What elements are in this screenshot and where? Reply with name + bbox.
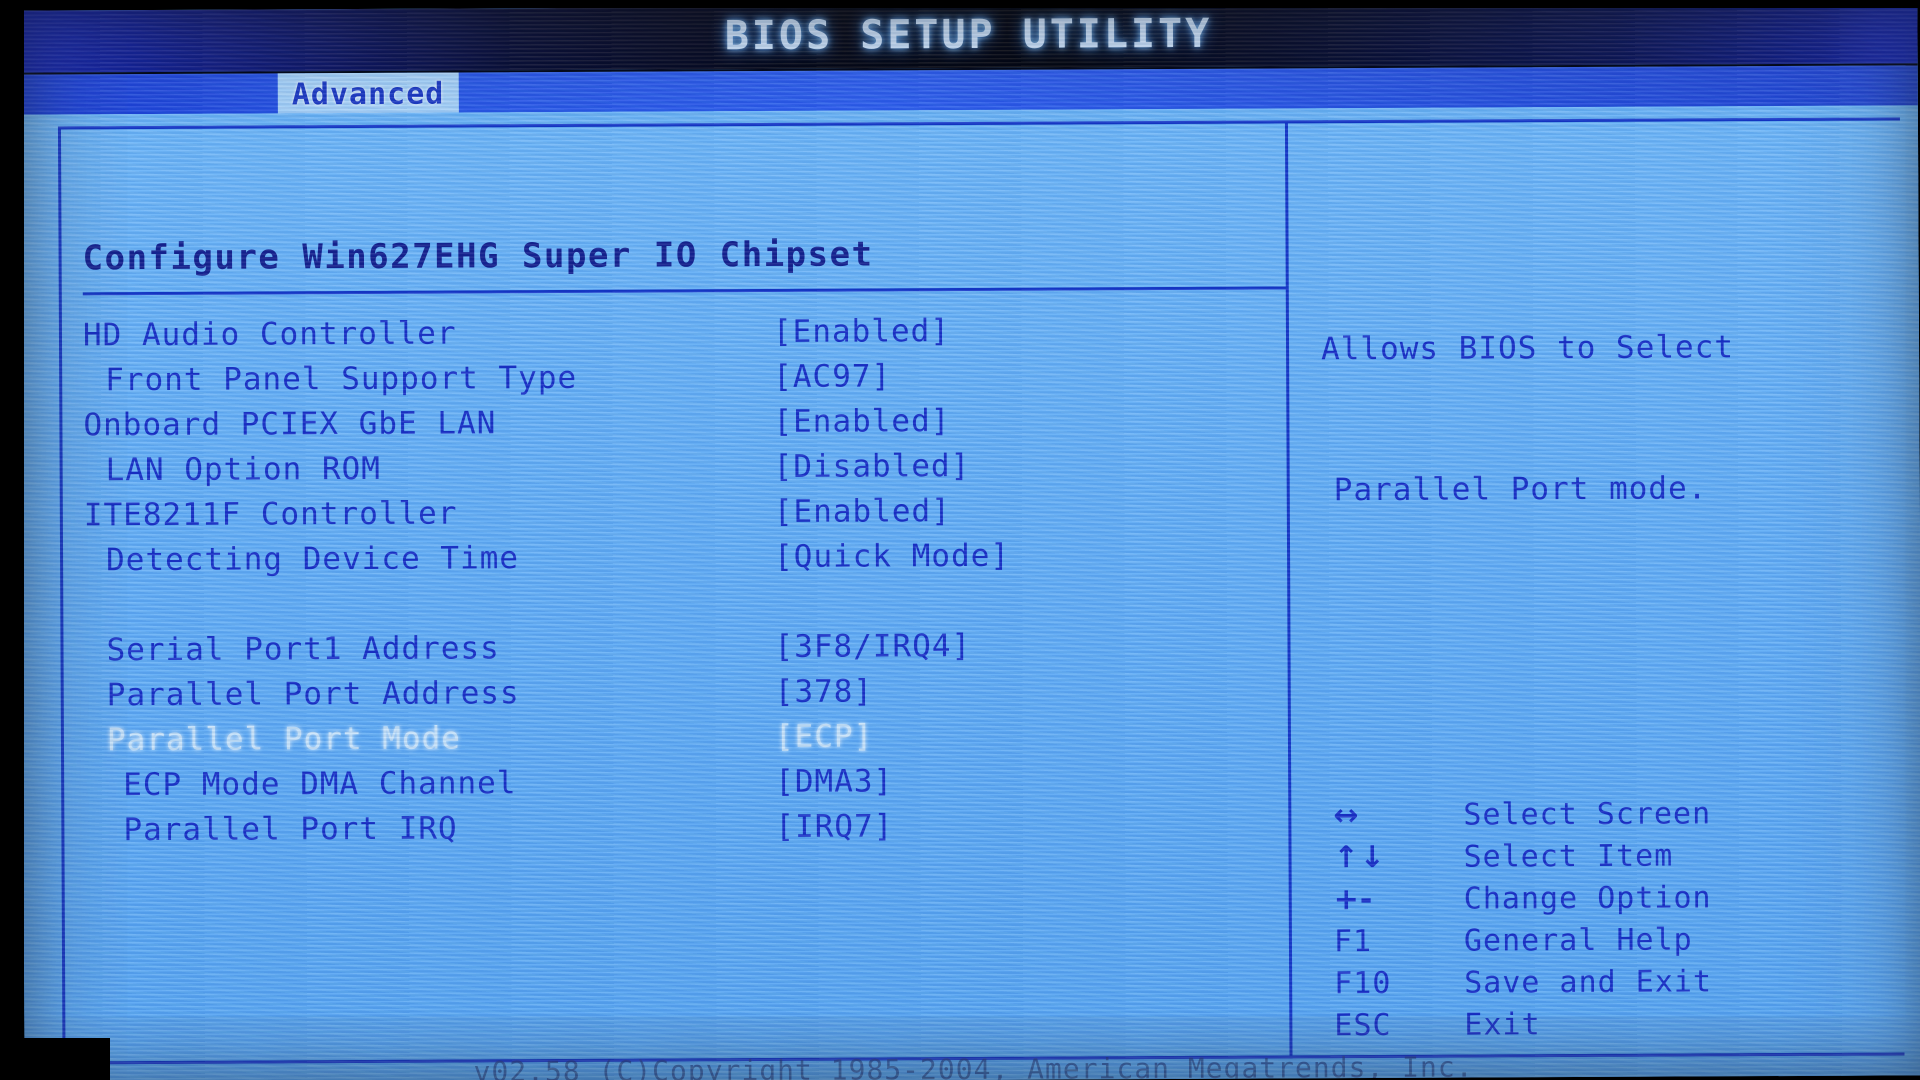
setting-value[interactable]: [IRQ7] (775, 808, 893, 845)
plus-minus-icon: +- (1333, 882, 1374, 918)
legend-row: ↔ Select Screen (1333, 795, 1893, 840)
setting-value[interactable]: [Enabled] (773, 313, 950, 350)
setting-value[interactable]: [Enabled] (773, 403, 950, 440)
legend-description: Exit (1464, 1007, 1541, 1043)
legend-description: Select Screen (1463, 796, 1712, 833)
setting-label: Detecting Device Time (105, 540, 520, 579)
legend-description: General Help (1463, 922, 1693, 959)
setting-row[interactable]: Parallel Port Address [378] (85, 672, 1265, 723)
setting-row[interactable]: Front Panel Support Type [AC97] (83, 357, 1263, 408)
section-divider (82, 286, 1288, 296)
setting-value[interactable]: [3F8/IRQ4] (774, 628, 971, 665)
setting-label: LAN Option ROM (105, 450, 382, 489)
setting-value[interactable]: [Quick Mode] (774, 538, 1010, 575)
esc-key-icon: ESC (1334, 1007, 1392, 1044)
legend-row: +- Change Option (1334, 879, 1894, 924)
setting-row[interactable]: ITE8211F Controller [Enabled] (84, 492, 1264, 543)
setting-label: Parallel Port IRQ (123, 810, 458, 849)
help-text: Allows BIOS to Select Parallel Port mode… (1320, 230, 1882, 609)
setting-row[interactable]: Parallel Port IRQ [IRQ7] (85, 807, 1265, 858)
legend-row: ↑↓ Select Item (1333, 837, 1893, 882)
setting-value[interactable]: [ECP] (775, 718, 874, 754)
body-area: Configure Win627EHG Super IO Chipset HD … (19, 105, 1920, 1080)
key-legend: ↔ Select Screen ↑↓ Select Item +- Change Opti… (1333, 795, 1894, 1050)
setting-value[interactable]: [Disabled] (774, 448, 971, 485)
setting-value[interactable]: [DMA3] (775, 763, 893, 800)
setting-value[interactable]: [378] (775, 673, 874, 709)
bios-screen: BIOS SETUP UTILITY Advanced Configure Wi… (19, 1, 1920, 1080)
help-line-1: Allows BIOS to Select (1320, 329, 1735, 368)
legend-row: ESC Exit (1334, 1005, 1894, 1050)
help-panel: Allows BIOS to Select Parallel Port mode… (1320, 230, 1882, 609)
setting-label: HD Audio Controller (82, 315, 457, 354)
monitor-photo: BIOS SETUP UTILITY Advanced Configure Wi… (0, 0, 1920, 1080)
setting-label: ITE8211F Controller (83, 495, 458, 534)
settings-list: HD Audio Controller [Enabled] Front Panel … (83, 312, 1266, 858)
setting-label: Front Panel Support Type (105, 359, 578, 399)
legend-description: Select Item (1463, 838, 1674, 875)
legend-row: F10 Save and Exit (1334, 963, 1894, 1008)
setting-row[interactable]: Detecting Device Time [Quick Mode] (84, 537, 1264, 588)
f1-key-icon: F1 (1333, 924, 1373, 960)
help-line-2: Parallel Port mode. (1333, 470, 1708, 509)
f10-key-icon: F10 (1334, 965, 1392, 1002)
title-bar: BIOS SETUP UTILITY (19, 1, 1918, 73)
left-right-arrow-icon: ↔ (1333, 798, 1360, 834)
setting-row[interactable]: Parallel Port Mode [ECP] (85, 717, 1265, 768)
up-down-arrow-icon: ↑↓ (1333, 839, 1386, 876)
section-title: Configure Win627EHG Super IO Chipset (82, 234, 874, 279)
setting-label: Onboard PCIEX GbE LAN (83, 405, 497, 444)
settings-panel: Configure Win627EHG Super IO Chipset HD … (82, 233, 1288, 858)
setting-row[interactable]: Serial Port1 Address [3F8/IRQ4] (84, 627, 1264, 678)
legend-row: F1 General Help (1334, 921, 1894, 966)
legend-description: Save and Exit (1464, 964, 1713, 1001)
setting-row[interactable]: HD Audio Controller [Enabled] (83, 312, 1263, 363)
tab-advanced[interactable]: Advanced (277, 72, 459, 116)
setting-label: ECP Mode DMA Channel (123, 765, 517, 804)
setting-label: Parallel Port Address (106, 675, 520, 714)
legend-description: Change Option (1463, 880, 1712, 917)
setting-row[interactable]: LAN Option ROM [Disabled] (84, 447, 1264, 498)
setting-label: Serial Port1 Address (106, 630, 500, 669)
setting-value[interactable]: [Enabled] (774, 493, 951, 530)
page-title: BIOS SETUP UTILITY (724, 10, 1213, 60)
setting-row[interactable]: ECP Mode DMA Channel [DMA3] (85, 762, 1265, 813)
setting-label: Parallel Port Mode (106, 720, 461, 759)
setting-value[interactable]: [AC97] (773, 358, 891, 395)
setting-row[interactable]: Onboard PCIEX GbE LAN [Enabled] (83, 402, 1263, 453)
